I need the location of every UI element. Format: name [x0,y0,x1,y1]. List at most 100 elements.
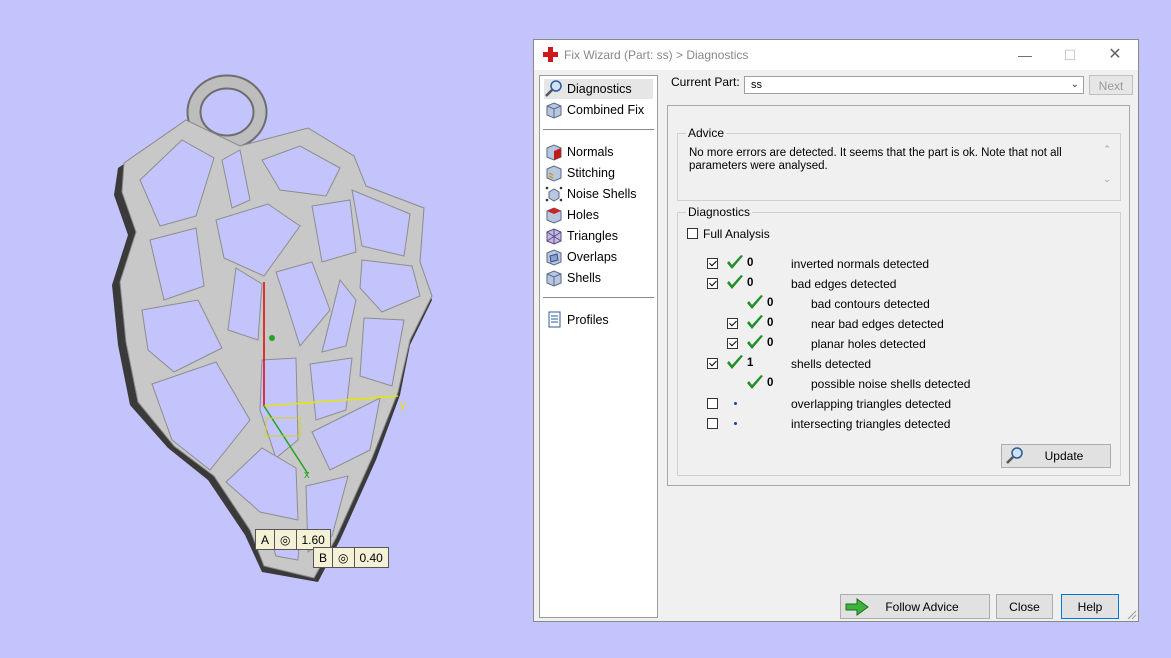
fix-wizard-dialog: Fix Wizard (Part: ss) > Diagnostics — ☐ … [533,39,1139,622]
diagnostic-checkbox[interactable] [727,318,738,329]
diagnostic-checkbox[interactable] [727,338,738,349]
part-model-view: y x z [112,74,433,582]
diagnostic-count: 0 [767,317,774,329]
sidebar-item-label: Combined Fix [567,103,645,117]
green-check-icon [747,295,763,309]
3d-viewport[interactable]: y x z A ◎ 1.60 B ◎ 0.40 [0,0,530,658]
close-window-button[interactable]: ✕ [1106,46,1124,64]
sidebar-item-label: Triangles [567,229,618,243]
help-button[interactable]: Help [1061,594,1119,619]
sidebar-item-profiles[interactable]: Profiles [545,310,609,330]
current-part-label: Current Part: [671,75,740,89]
fix-wizard-sidebar: Diagnostics Combined Fix Normals Stitchi… [539,75,658,618]
diagnostic-count: 0 [747,257,754,269]
sidebar-item-holes[interactable]: Holes [545,205,599,225]
diagnostic-label: bad contours detected [811,297,930,311]
sidebar-item-label: Overlaps [567,250,618,264]
window-title: Fix Wizard (Part: ss) > Diagnostics [564,48,749,62]
sidebar-item-noise-shells[interactable]: Noise Shells [545,184,636,204]
cube-icon [545,101,563,119]
sidebar-item-label: Profiles [567,313,609,327]
diagnostic-label: shells detected [791,357,872,371]
resize-grip-icon[interactable] [1127,610,1137,620]
sidebar-item-diagnostics[interactable]: Diagnostics [544,79,653,99]
advice-title: Advice [686,126,727,140]
sidebar-item-label: Stitching [567,166,615,180]
dimension-letter: A [256,530,276,549]
full-analysis-checkbox[interactable] [687,228,698,239]
sidebar-item-stitching[interactable]: Stitching [545,163,615,183]
green-check-icon [727,275,743,289]
diagnostic-count: 0 [767,377,774,389]
diagnostics-group: Diagnostics Full Analysis 0 inverted norm… [677,205,1121,476]
pending-status-icon [734,402,737,405]
chevron-down-icon: ⌄ [1070,79,1079,90]
diagnostic-checkbox[interactable] [707,358,718,369]
green-check-icon [727,255,743,269]
diagnostic-label: bad edges detected [791,277,897,291]
diagnostic-checkbox[interactable] [707,398,718,409]
diagnostic-label: near bad edges detected [811,317,944,331]
sidebar-divider [543,129,654,130]
diagnostic-checkbox[interactable] [707,418,718,429]
dimension-letter: B [314,548,334,567]
current-part-value: ss [751,79,762,91]
sidebar-divider [543,297,654,298]
noise-shells-icon [545,185,563,203]
diagnostic-label: planar holes detected [811,337,926,351]
green-check-icon [747,375,763,389]
minimize-button[interactable]: — [1016,46,1034,64]
diagnostic-checkbox[interactable] [707,278,718,289]
next-button[interactable]: Next [1089,75,1133,95]
diagnostics-frame: Advice No more errors are detected. It s… [667,105,1130,486]
scroll-down-icon[interactable]: ⌄ [1102,174,1112,185]
sidebar-item-label: Shells [567,271,602,285]
diagnostic-count: 0 [767,297,774,309]
current-part-select[interactable]: ss ⌄ [744,76,1084,94]
diagnostic-count: 1 [747,357,754,369]
dimension-value: 0.40 [359,550,383,565]
pending-status-icon [734,422,737,425]
concentric-symbol-icon: ◎ [333,548,355,567]
full-analysis-label: Full Analysis [703,227,770,241]
diagnostic-count: 0 [747,277,754,289]
triangles-cube-icon [545,227,563,245]
stitching-cube-icon [545,164,563,182]
concentric-symbol-icon: ◎ [275,530,297,549]
title-bar[interactable]: Fix Wizard (Part: ss) > Diagnostics — ☐ … [534,40,1138,70]
shells-cube-icon [545,269,563,287]
overlaps-cube-icon [545,248,563,266]
document-icon [545,311,563,329]
sidebar-item-normals[interactable]: Normals [545,142,614,162]
update-button[interactable]: Update [1001,444,1111,468]
diagnostic-label: intersecting triangles detected [791,417,951,431]
dimension-tag-b[interactable]: B ◎ 0.40 [313,547,389,568]
scroll-up-icon[interactable]: ⌃ [1102,144,1112,155]
magnifier-icon [545,80,563,98]
maximize-button[interactable]: ☐ [1061,46,1079,64]
normals-cube-icon [545,143,563,161]
close-button[interactable]: Close [996,594,1053,619]
sidebar-item-label: Diagnostics [567,82,632,96]
advice-group: Advice No more errors are detected. It s… [677,126,1121,201]
diagnostics-page: Current Part: ss ⌄ Next Advice No more e… [667,75,1134,619]
sidebar-item-shells[interactable]: Shells [545,268,601,288]
diagnostic-checkbox[interactable] [707,258,718,269]
diagnostic-label: inverted normals detected [791,257,930,271]
diagnostic-label: overlapping triangles detected [791,397,952,411]
sidebar-item-label: Noise Shells [567,187,637,201]
sidebar-item-label: Normals [567,145,614,159]
update-label: Update [1044,449,1084,463]
sidebar-item-label: Holes [567,208,599,222]
sidebar-item-combined-fix[interactable]: Combined Fix [545,100,644,120]
magnifier-icon [1006,447,1023,464]
green-check-icon [727,355,743,369]
diagnostic-label: possible noise shells detected [811,377,971,391]
green-check-icon [747,315,763,329]
sidebar-item-overlaps[interactable]: Overlaps [545,247,617,267]
diagnostics-title: Diagnostics [686,205,753,219]
y-axis-label: y [400,399,406,411]
sidebar-item-triangles[interactable]: Triangles [545,226,618,246]
follow-advice-button[interactable]: Follow Advice [840,594,990,619]
x-axis-label: x [304,469,310,481]
